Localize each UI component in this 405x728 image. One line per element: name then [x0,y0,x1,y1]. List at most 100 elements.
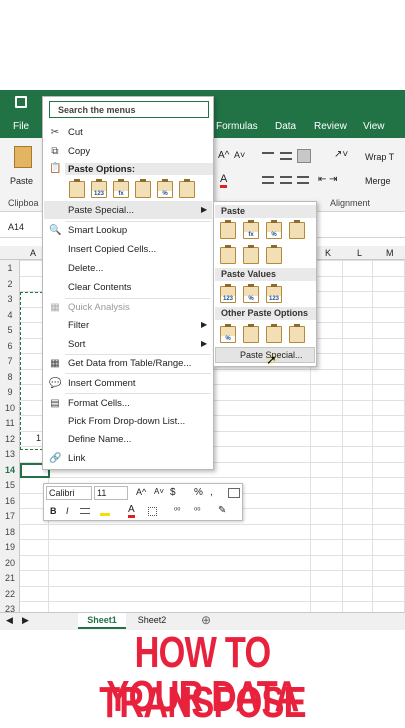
row-header[interactable]: 8 [0,372,20,382]
row-header[interactable]: 7 [0,356,20,366]
align-middle-icon[interactable] [280,152,292,160]
paste-values-number-format-icon[interactable]: % [243,284,259,303]
paste-all-icon[interactable] [220,220,236,239]
row-header[interactable]: 19 [0,542,20,552]
tab-file[interactable]: File [13,121,29,132]
paste-no-borders-icon[interactable] [220,245,236,264]
align-bottom-icon[interactable] [297,149,311,163]
row-header[interactable]: 9 [0,387,20,397]
decrease-decimal-icon[interactable]: ⁰⁰ [194,506,200,515]
menu-item-copy[interactable]: Copy [68,146,90,157]
wrap-text-button[interactable]: Wrap T [365,152,394,162]
menu-item-paste-special[interactable]: Paste Special... [68,205,134,216]
menu-item-pick-dropdown[interactable]: Pick From Drop-down List... [68,416,185,427]
sheet-nav-next-icon[interactable]: ▶ [22,615,29,626]
row-header[interactable]: 14 [0,465,20,475]
font-grow-icon[interactable]: A^ [218,150,229,161]
comma-style-icon[interactable]: , [210,487,213,498]
menu-item-insert-comment[interactable]: Insert Comment [68,378,136,389]
row-header[interactable]: 1 [0,263,20,273]
format-painter-icon[interactable] [228,488,240,498]
currency-button[interactable]: $ [170,487,176,498]
indent-icon[interactable]: ⇤ ⇥ [318,174,338,185]
merge-button[interactable]: Merge [365,176,391,186]
paste-transpose-icon[interactable] [266,245,282,264]
increase-decimal-icon[interactable]: ⁰⁰ [174,506,180,515]
paste-formulas-icon[interactable]: fx [243,220,259,239]
paste-values-source-format-icon[interactable]: 123 [266,284,282,303]
borders-icon[interactable] [148,507,157,516]
add-sheet-icon[interactable]: ⊕ [201,613,211,627]
align-center-icon[interactable] [80,508,90,514]
row-header[interactable]: 5 [0,325,20,335]
column-header-a[interactable]: A [30,248,36,258]
sheet-nav-prev-icon[interactable]: ◀ [6,615,13,626]
menu-item-sort[interactable]: Sort [68,339,85,350]
row-header[interactable]: 21 [0,573,20,583]
paste-link-icon[interactable] [179,179,195,198]
paste-button[interactable]: Paste [8,144,38,188]
tab-data[interactable]: Data [275,121,296,132]
menu-item-format-cells[interactable]: Format Cells... [68,398,130,409]
column-header-m[interactable]: M [386,248,394,258]
row-header[interactable]: 11 [0,418,20,428]
row-header[interactable]: 15 [0,480,20,490]
menu-item-clear-contents[interactable]: Clear Contents [68,282,131,293]
decrease-font-icon[interactable]: A˅ [154,487,164,496]
align-right-icon[interactable] [297,176,309,184]
submenu-paste-special-item[interactable]: Paste Special... [215,347,315,363]
font-shrink-icon[interactable]: A˅ [234,150,245,160]
menu-item-link[interactable]: Link [68,453,85,464]
tab-formulas[interactable]: Formulas [216,121,258,132]
menu-item-get-data[interactable]: Get Data from Table/Range... [68,358,191,369]
menu-item-insert-copied-cells[interactable]: Insert Copied Cells... [68,244,156,255]
row-header[interactable]: 10 [0,403,20,413]
sheet-tab-sheet2[interactable]: Sheet2 [130,613,174,629]
paste-icon[interactable] [69,179,85,198]
paste-keep-column-widths-icon[interactable] [243,245,259,264]
tab-review[interactable]: Review [314,121,347,132]
menu-search-input[interactable]: Search the menus [49,101,209,118]
paste-values-icon[interactable]: 123 [220,284,236,303]
paste-values-icon[interactable]: 123 [91,179,107,198]
orientation-icon[interactable]: ↗˅ [334,149,348,160]
align-top-icon[interactable] [262,152,274,160]
font-name-select[interactable]: Calibri [46,486,92,500]
name-box[interactable]: A14 [8,222,24,232]
fill-color-icon[interactable] [100,506,110,516]
row-header[interactable]: 18 [0,527,20,537]
menu-item-define-name[interactable]: Define Name... [68,434,131,445]
font-size-select[interactable]: 11 [94,486,128,500]
increase-font-icon[interactable]: A^ [136,487,146,497]
clear-format-icon[interactable]: ✎ [218,505,226,516]
align-left-icon[interactable] [262,176,274,184]
column-header-l[interactable]: L [357,248,362,258]
menu-item-filter[interactable]: Filter [68,320,89,331]
row-header[interactable]: 6 [0,341,20,351]
italic-button[interactable]: I [66,506,69,516]
cell-a12[interactable]: 1 [36,433,41,443]
row-header[interactable]: 17 [0,511,20,521]
row-header[interactable]: 12 [0,434,20,444]
align-center-icon[interactable] [280,176,292,184]
row-header[interactable]: 20 [0,558,20,568]
font-color-icon[interactable]: A [220,174,228,188]
paste-formatting-icon[interactable]: % [220,324,236,343]
row-header[interactable]: 3 [0,294,20,304]
paste-formatting-icon[interactable]: % [157,179,173,198]
menu-item-delete[interactable]: Delete... [68,263,103,274]
paste-formulas-number-format-icon[interactable]: % [266,220,282,239]
row-header[interactable]: 16 [0,496,20,506]
paste-keep-source-format-icon[interactable] [289,220,305,239]
row-header[interactable]: 13 [0,449,20,459]
paste-link-icon[interactable] [243,324,259,343]
paste-transpose-icon[interactable] [135,179,151,198]
save-icon[interactable] [15,96,27,108]
row-header[interactable]: 4 [0,310,20,320]
menu-item-smart-lookup[interactable]: Smart Lookup [68,225,127,236]
paste-picture-icon[interactable] [266,324,282,343]
sheet-tab-sheet1[interactable]: Sheet1 [78,613,126,629]
tab-view[interactable]: View [363,121,385,132]
row-header[interactable]: 22 [0,589,20,599]
paste-formulas-icon[interactable]: fx [113,179,129,198]
